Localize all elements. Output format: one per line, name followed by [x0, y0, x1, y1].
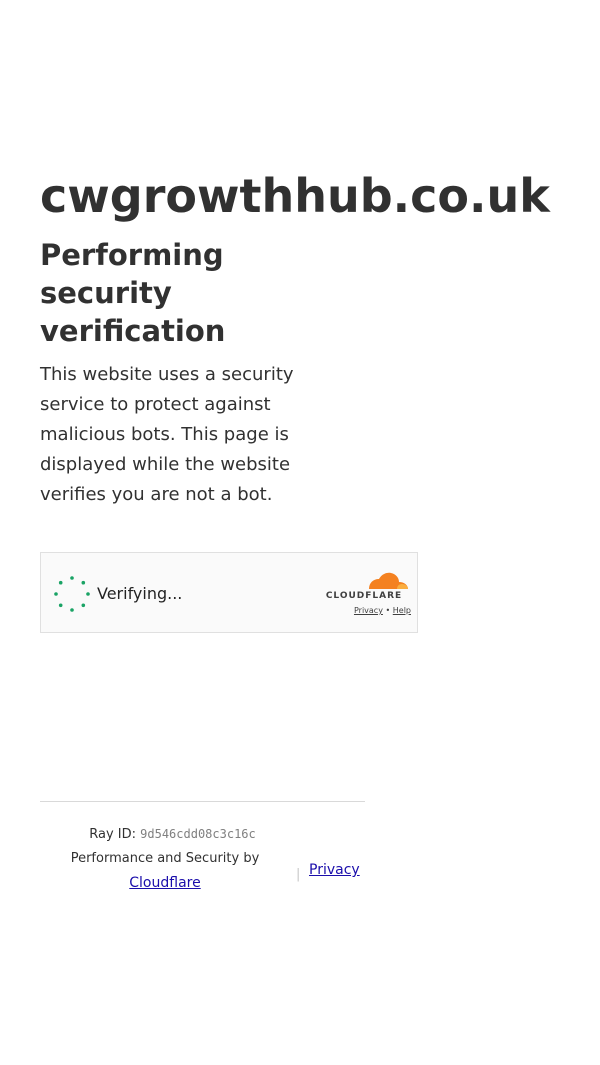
page: cwgrowthhub.co.uk Performing security ve…: [0, 0, 600, 1065]
performance-credit: Performance and Security by Cloudflare: [40, 847, 290, 896]
widget-link-separator: •: [385, 606, 391, 615]
verification-description: This website uses a security service to …: [40, 364, 294, 505]
widget-help-link[interactable]: Help: [393, 606, 411, 615]
cloudflare-link[interactable]: Cloudflare: [129, 875, 200, 891]
widget-links: Privacy • Help: [317, 605, 411, 617]
verification-heading: Performing security verification: [40, 238, 226, 348]
verifying-status: Verifying...: [97, 584, 183, 603]
footer-separator: |: [296, 867, 301, 882]
footer-privacy-link[interactable]: Privacy: [309, 858, 360, 882]
widget-privacy-link[interactable]: Privacy: [354, 606, 383, 615]
ray-id-value: 9d546cdd08c3c16c: [140, 827, 256, 841]
site-domain-title: cwgrowthhub.co.uk: [40, 169, 550, 223]
performance-text: Performance and Security by: [70, 851, 260, 866]
footer: Ray ID: 9d546cdd08c3c16c Performance and…: [40, 822, 365, 896]
spinner-icon: [54, 576, 90, 612]
footer-divider: [40, 801, 365, 802]
cloudflare-wordmark: CLOUDFLARE: [325, 591, 403, 601]
ray-id-line: Ray ID: 9d546cdd08c3c16c: [40, 822, 305, 847]
ray-id-label: Ray ID:: [89, 827, 137, 842]
turnstile-widget[interactable]: Verifying... CLOUDFLARE Privacy • Help: [40, 552, 418, 633]
